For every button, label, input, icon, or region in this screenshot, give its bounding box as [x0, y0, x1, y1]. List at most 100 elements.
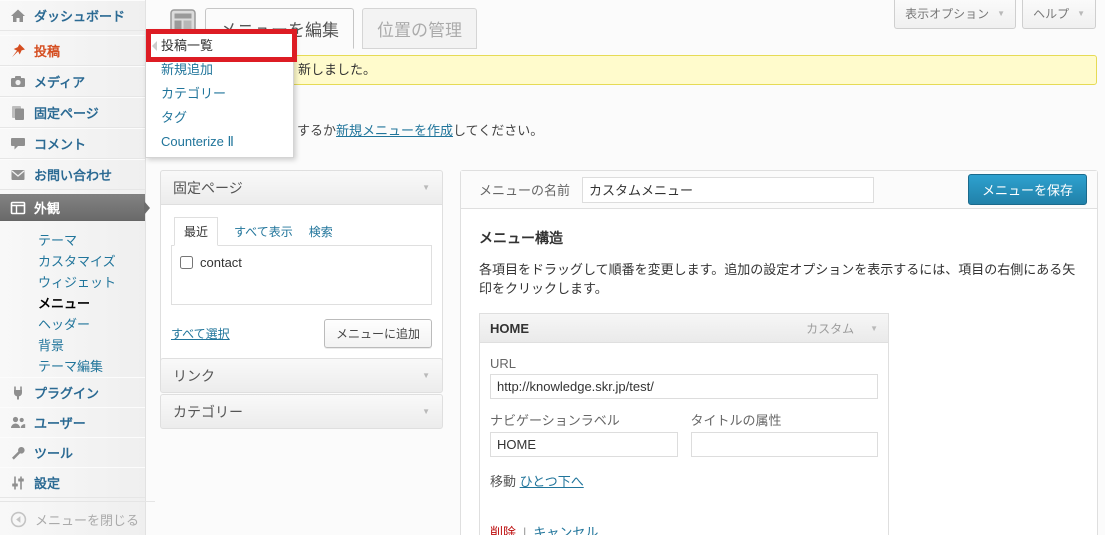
screen-options-label: 表示オプション [905, 5, 989, 22]
menu-name-input[interactable] [582, 177, 874, 203]
page-checkbox-contact[interactable] [180, 256, 193, 269]
pages-panel-footer: すべて選択 メニューに追加 [171, 319, 432, 348]
screen-meta-links: 表示オプション ▼ ヘルプ ▼ [894, 0, 1096, 29]
sidebar-item-posts[interactable]: 投稿 [0, 35, 145, 66]
links-panel-header[interactable]: リンク ▼ [160, 358, 443, 393]
add-to-menu-button[interactable]: メニューに追加 [324, 319, 432, 348]
chevron-down-icon: ▼ [997, 9, 1005, 18]
create-new-menu-link[interactable]: 新規メニューを作成 [336, 123, 453, 138]
submenu-item-header[interactable]: ヘッダー [0, 314, 145, 335]
menu-item-type: カスタム [806, 320, 854, 337]
pages-panel-tabs: 最近 すべて表示 検索 [171, 217, 432, 245]
flyout-pointer-icon [147, 41, 157, 51]
chevron-down-icon: ▼ [422, 183, 430, 192]
flyout-item-add-new[interactable]: 新規追加 [146, 58, 293, 82]
menu-name-row: メニューの名前 メニューを保存 [461, 171, 1097, 209]
flyout-item-counterize[interactable]: Counterize Ⅱ [146, 130, 293, 154]
menu-item-title: HOME [490, 321, 529, 336]
sidebar-item-users[interactable]: ユーザー [0, 407, 145, 438]
sidebar-item-appearance[interactable]: 外観 [0, 194, 145, 221]
notice-text: 新しました。 [298, 56, 376, 84]
sidebar-item-label: 設定 [34, 473, 60, 492]
appearance-icon [10, 200, 26, 216]
save-menu-button[interactable]: メニューを保存 [968, 174, 1087, 205]
flyout-item-all-posts[interactable]: 投稿一覧 [146, 34, 293, 58]
chevron-down-icon: ▼ [422, 371, 430, 380]
flyout-item-categories[interactable]: カテゴリー [146, 82, 293, 106]
collapse-menu-button[interactable]: メニューを閉じる [0, 501, 155, 529]
submenu-item-customize[interactable]: カスタマイズ [0, 251, 145, 272]
submenu-item-themes[interactable]: テーマ [0, 230, 145, 251]
list-item[interactable]: contact [180, 255, 423, 270]
nav-label-field-label: ナビゲーションラベル [490, 410, 678, 429]
menu-structure-section: メニュー構造 各項目をドラッグして順番を変更します。追加の設定オプションを表示す… [461, 209, 1097, 535]
pages-icon [10, 105, 26, 121]
chevron-down-icon: ▼ [1077, 9, 1085, 18]
sidebar-item-dashboard[interactable]: ダッシュボード [0, 0, 145, 31]
categories-panel: カテゴリー ▼ [160, 394, 443, 429]
menu-item-home-settings: URL ナビゲーションラベル タイトルの属性 移動 [479, 343, 889, 535]
sidebar-item-plugins[interactable]: プラグイン [0, 377, 145, 408]
categories-panel-title: カテゴリー [173, 402, 243, 422]
users-icon [10, 415, 26, 431]
sidebar-item-pages[interactable]: 固定ページ [0, 97, 145, 128]
sidebar-item-media[interactable]: メディア [0, 66, 145, 97]
move-down-link[interactable]: ひとつ下へ [520, 474, 584, 489]
pushpin-icon [10, 43, 26, 59]
admin-sidebar: ダッシュボード 投稿 メディア 固定ページ コメント お問い合わせ 外観 [0, 0, 146, 535]
sidebar-item-label: コメント [34, 134, 86, 153]
sidebar-item-comments[interactable]: コメント [0, 128, 145, 159]
sidebar-item-settings[interactable]: 設定 [0, 467, 145, 498]
posts-flyout-menu: 投稿一覧 新規追加 カテゴリー タグ Counterize Ⅱ [145, 30, 294, 158]
flyout-item-tags[interactable]: タグ [146, 106, 293, 130]
sidebar-item-label: 固定ページ [34, 103, 99, 122]
tab-search[interactable]: 検索 [309, 218, 333, 245]
wordpress-admin-menus-screen: ダッシュボード 投稿 メディア 固定ページ コメント お問い合わせ 外観 [0, 0, 1105, 535]
tools-icon [10, 445, 26, 461]
sidebar-item-label: ユーザー [34, 413, 86, 432]
title-attr-field-label: タイトルの属性 [691, 410, 879, 429]
chevron-down-icon: ▼ [422, 407, 430, 416]
url-field-label: URL [490, 356, 878, 371]
chevron-down-icon[interactable]: ▼ [870, 324, 878, 333]
pages-panel-header[interactable]: 固定ページ ▼ [160, 170, 443, 205]
menu-item-home: HOME カスタム ▼ URL ナビゲーションラベル タイトルの属性 [479, 313, 889, 535]
categories-panel-header[interactable]: カテゴリー ▼ [160, 394, 443, 429]
collapse-arrow-icon [10, 511, 27, 528]
plugin-icon [10, 385, 26, 401]
sidebar-item-tools[interactable]: ツール [0, 437, 145, 468]
submenu-item-menus[interactable]: メニュー [0, 293, 145, 314]
title-attr-input[interactable] [691, 432, 879, 457]
settings-icon [10, 475, 26, 491]
tab-manage-locations[interactable]: 位置の管理 [362, 8, 477, 49]
sidebar-item-label: ツール [34, 443, 73, 462]
tab-most-recent[interactable]: 最近 [174, 217, 218, 246]
collapse-menu-label: メニューを閉じる [35, 510, 139, 529]
cancel-link[interactable]: キャンセル [533, 525, 598, 535]
sidebar-item-contact[interactable]: お問い合わせ [0, 159, 145, 190]
prompt-prefix: するか [297, 123, 336, 138]
pages-panel-body: 最近 すべて表示 検索 contact すべて選択 メニューに追加 [160, 205, 443, 361]
sidebar-item-label: プラグイン [34, 383, 99, 402]
select-menu-prompt: するか新規メニューを作成してください。 [297, 120, 543, 139]
menu-editor: メニューの名前 メニューを保存 メニュー構造 各項目をドラッグして順番を変更しま… [460, 170, 1098, 535]
menu-name-label: メニューの名前 [479, 180, 570, 199]
submenu-item-widgets[interactable]: ウィジェット [0, 272, 145, 293]
submenu-item-background[interactable]: 背景 [0, 335, 145, 356]
sidebar-item-label: 外観 [34, 198, 60, 217]
sidebar-item-label: メディア [34, 72, 85, 91]
menu-item-home-handle[interactable]: HOME カスタム ▼ [479, 313, 889, 343]
remove-link[interactable]: 削除 [490, 525, 516, 535]
links-panel: リンク ▼ [160, 358, 443, 393]
sidebar-item-label: 投稿 [34, 41, 60, 60]
sidebar-item-label: ダッシュボード [34, 6, 125, 25]
url-input[interactable] [490, 374, 878, 399]
nav-label-input[interactable] [490, 432, 678, 457]
tab-view-all[interactable]: すべて表示 [234, 218, 293, 245]
screen-options-button[interactable]: 表示オプション ▼ [894, 0, 1016, 29]
action-separator: | [523, 525, 526, 535]
help-button[interactable]: ヘルプ ▼ [1022, 0, 1096, 29]
sidebar-item-label: お問い合わせ [34, 165, 112, 184]
submenu-item-editor[interactable]: テーマ編集 [0, 356, 145, 377]
select-all-link[interactable]: すべて選択 [171, 325, 230, 342]
